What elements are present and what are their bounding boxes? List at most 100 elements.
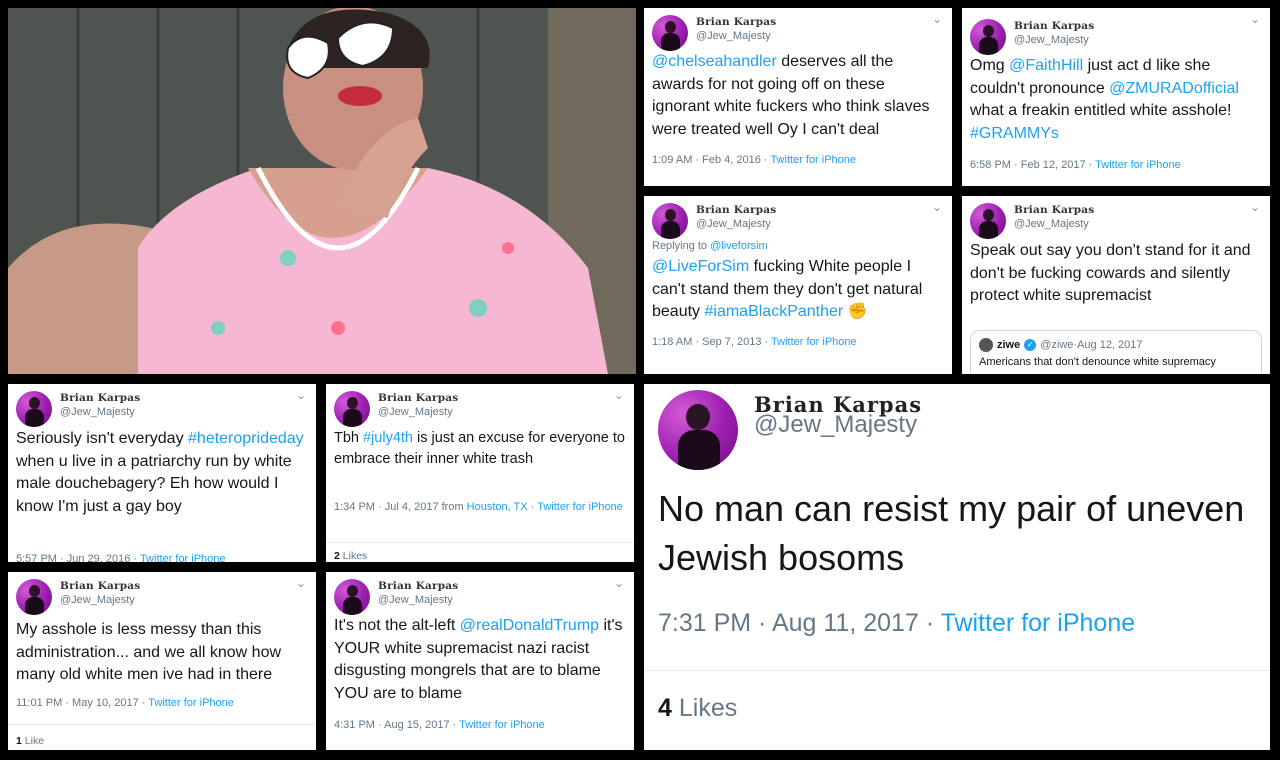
- source-link[interactable]: Twitter for iPhone: [941, 609, 1136, 637]
- tweet-header: Brian Karpas @Jew_Majesty: [970, 19, 1094, 55]
- tweet-text: My asshole is less messy than this admin…: [16, 619, 310, 687]
- tweet-card-t5[interactable]: Brian Karpas @Jew_Majesty ⌄ Seriously isn…: [8, 384, 316, 562]
- tweet-text: Speak out say you don't stand for it and…: [970, 240, 1264, 308]
- tweet-text: @LiveForSim fucking White people I can't…: [652, 256, 946, 324]
- display-name[interactable]: Brian Karpas: [60, 579, 140, 593]
- tweet-link[interactable]: #iamaBlackPanther: [704, 303, 843, 320]
- tweet-header: Brian Karpas @Jew_Majesty: [16, 391, 140, 427]
- source-link[interactable]: Twitter for iPhone: [770, 154, 856, 166]
- divider: [8, 724, 316, 725]
- tweet-meta: 6:58 PM · Feb 12, 2017 · Twitter for iPh…: [970, 159, 1181, 171]
- location-link[interactable]: Houston, TX: [467, 501, 528, 513]
- tweet-link[interactable]: @FaithHill: [1009, 57, 1083, 74]
- tweet-link[interactable]: #july4th: [363, 430, 413, 446]
- source-link[interactable]: Twitter for iPhone: [459, 719, 545, 731]
- tweet-text: Omg @FaithHill just act d like she could…: [970, 55, 1264, 145]
- tweet-meta: 4:31 PM · Aug 15, 2017 · Twitter for iPh…: [334, 719, 545, 731]
- chevron-down-icon[interactable]: ⌄: [614, 388, 624, 402]
- tweet-link[interactable]: #heteroprideday: [188, 430, 304, 447]
- display-name[interactable]: Brian Karpas: [1014, 19, 1094, 33]
- quote-name: ziwe: [997, 339, 1021, 351]
- tweet-meta: 1:18 AM · Sep 7, 2013 · Twitter for iPho…: [652, 336, 857, 348]
- avatar[interactable]: [652, 203, 688, 239]
- likes-count[interactable]: 4 Likes: [658, 694, 737, 723]
- avatar[interactable]: [970, 203, 1006, 239]
- source-link[interactable]: Twitter for iPhone: [1095, 159, 1181, 171]
- tweet-card-t6[interactable]: Brian Karpas @Jew_Majesty ⌄ Tbh #july4th …: [326, 384, 634, 562]
- handle[interactable]: @Jew_Majesty: [60, 405, 140, 419]
- display-name[interactable]: Brian Karpas: [60, 391, 140, 405]
- tweet-header: Brian Karpas @Jew_Majesty: [658, 390, 922, 470]
- avatar[interactable]: [334, 579, 370, 615]
- quote-avatar: [979, 338, 993, 352]
- display-name[interactable]: Brian Karpas: [378, 579, 458, 593]
- handle[interactable]: @Jew_Majesty: [1014, 33, 1094, 47]
- source-link[interactable]: Twitter for iPhone: [537, 501, 623, 513]
- source-link[interactable]: Twitter for iPhone: [771, 336, 857, 348]
- avatar[interactable]: [16, 579, 52, 615]
- divider: [644, 670, 1270, 671]
- tweet-link[interactable]: @ZMURADofficial: [1109, 80, 1239, 97]
- chevron-down-icon[interactable]: ⌄: [1250, 12, 1260, 26]
- reply-target-link[interactable]: @liveforsim: [710, 240, 768, 252]
- tweet-link[interactable]: @LiveForSim: [652, 258, 749, 275]
- tweet-meta: 5:57 PM · Jun 29, 2016 · Twitter for iPh…: [16, 552, 310, 562]
- tweet-card-t2[interactable]: Brian Karpas @Jew_Majesty ⌄ Omg @FaithHil…: [962, 8, 1270, 186]
- tweet-header: Brian Karpas @Jew_Majesty: [652, 15, 776, 51]
- tweet-card-t3[interactable]: Brian Karpas @Jew_Majesty ⌄ Replying to @…: [644, 196, 952, 374]
- tweet-card-t8[interactable]: Brian Karpas @Jew_Majesty ⌄ It's not the …: [326, 572, 634, 750]
- handle[interactable]: @Jew_Majesty: [378, 593, 458, 607]
- quoted-tweet[interactable]: ziwe ✓ @ziwe · Aug 12, 2017 Americans th…: [970, 330, 1262, 374]
- handle[interactable]: @Jew_Majesty: [696, 217, 776, 231]
- display-name[interactable]: Brian Karpas: [696, 15, 776, 29]
- tweet-header: Brian Karpas @Jew_Majesty: [16, 579, 140, 615]
- quote-text: Americans that don't denounce white supr…: [979, 356, 1216, 368]
- tweet-text: No man can resist my pair of uneven Jewi…: [658, 484, 1260, 582]
- tweet-text: Tbh #july4th is just an excuse for every…: [334, 428, 628, 470]
- tweet-text: It's not the alt-left @realDonaldTrump i…: [334, 615, 628, 705]
- display-name[interactable]: Brian Karpas: [696, 203, 776, 217]
- tweet-link[interactable]: @chelseahandler: [652, 53, 777, 70]
- profile-photo: [8, 8, 636, 374]
- handle[interactable]: @Jew_Majesty: [378, 405, 458, 419]
- source-link[interactable]: Twitter for iPhone: [140, 553, 226, 562]
- chevron-down-icon[interactable]: ⌄: [1250, 200, 1260, 214]
- tweet-header: Brian Karpas @Jew_Majesty: [334, 391, 458, 427]
- tweet-text-segment: It's not the alt-left: [334, 617, 460, 634]
- chevron-down-icon[interactable]: ⌄: [614, 576, 624, 590]
- source-link[interactable]: Twitter for iPhone: [148, 697, 234, 709]
- likes-count[interactable]: 1 Like: [16, 735, 44, 747]
- display-name[interactable]: Brian Karpas: [1014, 203, 1094, 217]
- tweet-text-segment: My asshole is less messy than this admin…: [16, 621, 282, 683]
- tweet-text-segment: Seriously isn't everyday: [16, 430, 189, 447]
- handle[interactable]: @Jew_Majesty: [696, 29, 776, 43]
- avatar[interactable]: [970, 19, 1006, 55]
- tweet-card-t4[interactable]: Brian Karpas @Jew_Majesty ⌄ Speak out say…: [962, 196, 1270, 374]
- handle[interactable]: @Jew_Majesty: [1014, 217, 1094, 231]
- display-name[interactable]: Brian Karpas: [378, 391, 458, 405]
- chevron-down-icon[interactable]: ⌄: [296, 576, 306, 590]
- chevron-down-icon[interactable]: ⌄: [932, 12, 942, 26]
- chevron-down-icon[interactable]: ⌄: [932, 200, 942, 214]
- display-name[interactable]: Brian Karpas: [754, 394, 922, 415]
- tweet-text-segment: Speak out say you don't stand for it and…: [970, 242, 1251, 304]
- tweet-card-t7[interactable]: Brian Karpas @Jew_Majesty ⌄ My asshole is…: [8, 572, 316, 750]
- handle[interactable]: @Jew_Majesty: [60, 593, 140, 607]
- avatar[interactable]: [16, 391, 52, 427]
- tweet-card-t9[interactable]: Brian Karpas @Jew_Majesty No man can res…: [644, 384, 1270, 750]
- verified-badge-icon: ✓: [1024, 339, 1037, 351]
- tweet-meta: 7:31 PM · Aug 11, 2017 · Twitter for iPh…: [658, 609, 1136, 637]
- tweet-text-segment: ✊: [843, 303, 868, 320]
- tweet-header: Brian Karpas @Jew_Majesty: [652, 203, 776, 239]
- handle[interactable]: @Jew_Majesty: [754, 413, 922, 437]
- photo-illustration: [8, 8, 636, 374]
- avatar[interactable]: [658, 390, 738, 470]
- avatar[interactable]: [334, 391, 370, 427]
- likes-count[interactable]: 2 Likes: [334, 550, 367, 562]
- avatar[interactable]: [652, 15, 688, 51]
- tweet-link[interactable]: @realDonaldTrump: [460, 617, 599, 634]
- tweet-text-segment: what a freakin entitled white asshole!: [970, 102, 1232, 119]
- tweet-link[interactable]: #GRAMMYs: [970, 125, 1059, 142]
- tweet-card-t1[interactable]: Brian Karpas @Jew_Majesty ⌄ @chelseahandl…: [644, 8, 952, 186]
- chevron-down-icon[interactable]: ⌄: [296, 388, 306, 402]
